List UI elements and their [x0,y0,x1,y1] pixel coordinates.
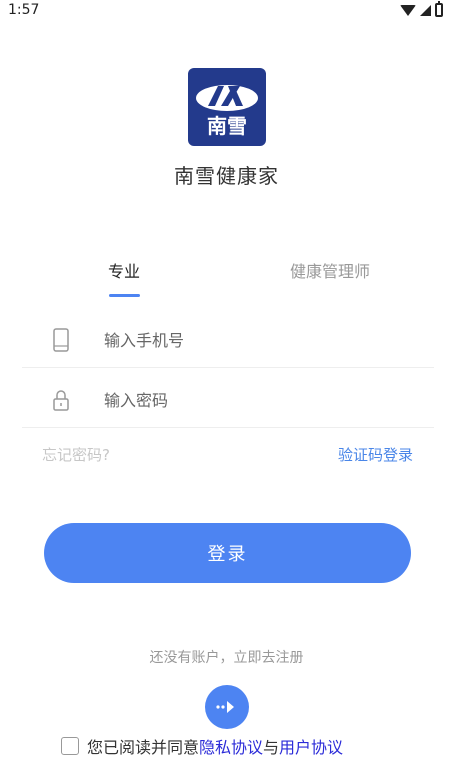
sms-login-link[interactable]: 验证码登录 [338,444,413,465]
agreement-checkbox[interactable] [61,737,79,755]
agreement-prefix: 您已阅读并同意 [87,738,200,757]
register-hint[interactable]: 还没有账户，立即去注册 [0,647,453,667]
status-icons [400,1,443,17]
agreement-joiner: 与 [263,738,280,757]
password-field-row [22,372,434,428]
logo-text: 南雪 [207,114,247,138]
battery-icon [435,1,443,17]
tab-professional[interactable]: 专业 [108,260,140,284]
app-logo: 南雪 [188,68,266,146]
phone-icon [52,328,70,356]
wifi-icon [400,4,416,16]
active-tab-indicator [109,294,140,297]
password-input[interactable] [104,382,404,418]
status-bar: 1:57 [0,0,453,22]
arrow-right-icon [216,701,234,713]
agreement-row: 您已阅读并同意 隐私协议 与 用户协议 [61,734,343,758]
privacy-policy-link[interactable]: 隐私协议 [199,734,263,758]
go-register-button[interactable] [205,685,249,729]
login-button[interactable]: 登录 [44,523,411,583]
user-agreement-link[interactable]: 用户协议 [279,734,343,758]
logo-mark-icon: 南雪 [196,85,258,138]
phone-field-row [22,312,434,368]
app-name: 南雪健康家 [174,164,279,188]
login-screen: 1:57 南雪 南雪健康家 专业 健康管理师 输入手机号 忘记密码? 验证码登录… [0,0,453,760]
signal-icon [420,4,431,16]
status-time: 1:57 [8,2,40,18]
lock-icon [52,388,70,416]
forgot-password-link[interactable]: 忘记密码? [42,444,110,465]
phone-input[interactable] [104,322,404,358]
tab-health-manager[interactable]: 健康管理师 [290,260,370,284]
